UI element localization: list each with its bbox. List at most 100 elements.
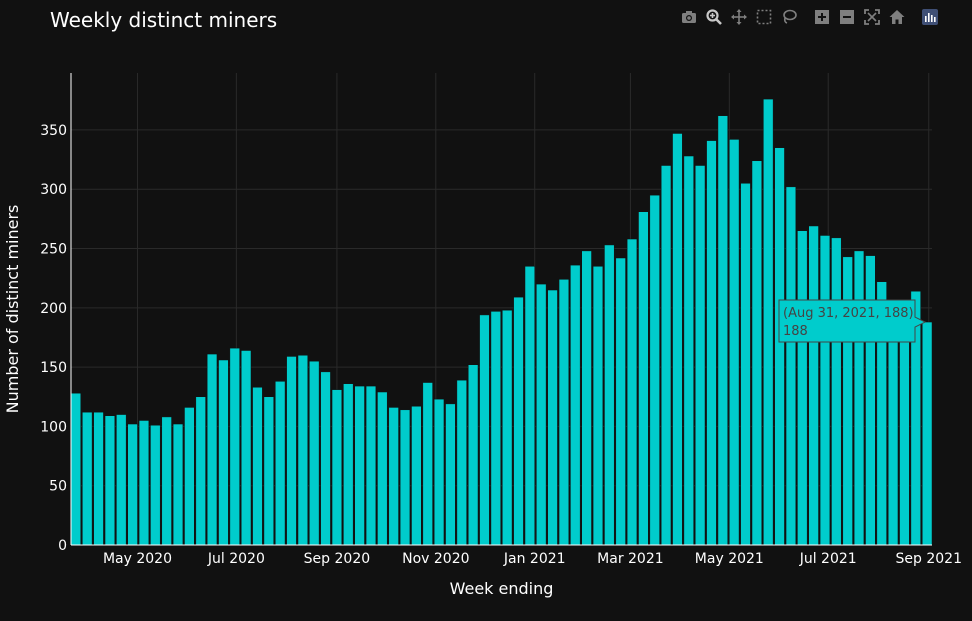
bar[interactable] <box>240 350 252 546</box>
bar[interactable] <box>558 279 570 546</box>
bar[interactable] <box>172 423 184 546</box>
tooltip-line-2: 188 <box>783 324 808 339</box>
bar[interactable] <box>774 147 785 546</box>
bar[interactable] <box>422 382 433 546</box>
bar[interactable] <box>331 389 343 546</box>
bar[interactable] <box>819 235 831 546</box>
bar[interactable] <box>729 139 740 546</box>
bar[interactable] <box>138 420 150 546</box>
bar[interactable] <box>206 353 218 546</box>
bar[interactable] <box>853 250 865 546</box>
bar[interactable] <box>706 140 717 546</box>
bar[interactable] <box>808 225 819 546</box>
chart-title: Weekly distinct miners <box>50 8 278 32</box>
bar[interactable] <box>865 255 876 546</box>
bar[interactable] <box>660 165 672 546</box>
lasso-icon[interactable] <box>776 6 801 28</box>
plotly-logo-icon[interactable] <box>917 6 942 28</box>
bar[interactable] <box>570 264 581 546</box>
bar[interactable] <box>785 186 797 546</box>
bar[interactable] <box>763 98 774 546</box>
zoom-in-icon[interactable] <box>809 6 834 28</box>
hover-tooltip <box>778 299 927 343</box>
home-icon[interactable] <box>884 6 909 28</box>
x-tick-label: Sep 2020 <box>304 551 370 567</box>
bar[interactable] <box>910 290 921 546</box>
bar[interactable] <box>320 371 331 546</box>
bar[interactable] <box>479 314 490 546</box>
bar[interactable] <box>433 398 445 546</box>
bar[interactable] <box>229 347 240 546</box>
bar[interactable] <box>831 237 842 546</box>
bar[interactable] <box>184 407 195 546</box>
x-tick-label: Jul 2020 <box>207 551 265 567</box>
bar[interactable] <box>467 364 479 546</box>
bar[interactable] <box>411 405 422 546</box>
bar[interactable] <box>456 379 467 546</box>
bar[interactable] <box>93 411 104 546</box>
bar[interactable] <box>513 296 524 546</box>
x-tick-label: Nov 2020 <box>402 551 469 567</box>
bar[interactable] <box>399 409 411 546</box>
bar[interactable] <box>252 387 263 546</box>
pan-icon[interactable] <box>726 6 751 28</box>
bar[interactable] <box>286 356 297 546</box>
bar[interactable] <box>717 115 728 546</box>
bar[interactable] <box>309 360 320 546</box>
bar[interactable] <box>354 385 365 546</box>
bar[interactable] <box>592 266 604 546</box>
camera-icon[interactable] <box>676 6 701 28</box>
autoscale-icon[interactable] <box>859 6 884 28</box>
chart-container: Weekly distinct miners 0 50 100 150 200 … <box>0 0 972 598</box>
bar[interactable] <box>502 309 513 546</box>
plot-area[interactable]: 0 50 100 150 200 250 300 350 May 2020 Jul 2020 Sep… <box>0 30 972 621</box>
bar[interactable] <box>70 392 81 546</box>
bar[interactable] <box>388 407 399 546</box>
bar[interactable] <box>672 133 683 546</box>
bar[interactable] <box>524 266 536 546</box>
bar[interactable] <box>547 289 558 546</box>
bar[interactable] <box>297 355 309 546</box>
bar[interactable] <box>116 414 127 546</box>
bar[interactable] <box>536 283 547 546</box>
bar[interactable] <box>377 391 388 546</box>
bar[interactable] <box>150 424 161 546</box>
bar[interactable] <box>263 396 274 546</box>
bar[interactable] <box>218 359 229 546</box>
bar[interactable] <box>922 321 933 546</box>
bar[interactable] <box>740 183 751 546</box>
bar[interactable] <box>899 306 910 546</box>
bar[interactable] <box>82 411 93 546</box>
bar[interactable] <box>365 385 377 546</box>
bar[interactable] <box>604 244 615 546</box>
bar[interactable] <box>876 281 887 546</box>
bar[interactable] <box>626 238 638 546</box>
bar[interactable] <box>683 155 694 546</box>
bar[interactable] <box>127 423 138 546</box>
bar[interactable] <box>195 396 206 546</box>
bar[interactable] <box>649 194 660 546</box>
zoom-out-icon[interactable] <box>834 6 859 28</box>
zoom-icon[interactable] <box>701 6 726 28</box>
bar[interactable] <box>490 311 501 546</box>
y-tick-label: 150 <box>40 360 67 376</box>
bar[interactable] <box>638 211 649 546</box>
bar[interactable] <box>445 403 456 546</box>
bar[interactable] <box>694 165 706 546</box>
bar[interactable] <box>343 383 354 546</box>
y-tick-label: 100 <box>40 419 67 435</box>
x-axis-title: Week ending <box>450 579 554 598</box>
box-select-icon[interactable] <box>751 6 776 28</box>
bar[interactable] <box>275 381 286 546</box>
y-tick-label: 250 <box>40 242 67 258</box>
bar[interactable] <box>751 160 763 546</box>
bar[interactable] <box>887 305 899 546</box>
x-tick-label: Sep 2021 <box>896 551 962 567</box>
bar[interactable] <box>842 256 853 546</box>
y-tick-label: 0 <box>58 538 67 554</box>
bar[interactable] <box>104 415 116 546</box>
bar[interactable] <box>797 230 808 546</box>
bar[interactable] <box>581 250 592 546</box>
bar[interactable] <box>615 257 626 546</box>
bar[interactable] <box>161 416 172 546</box>
